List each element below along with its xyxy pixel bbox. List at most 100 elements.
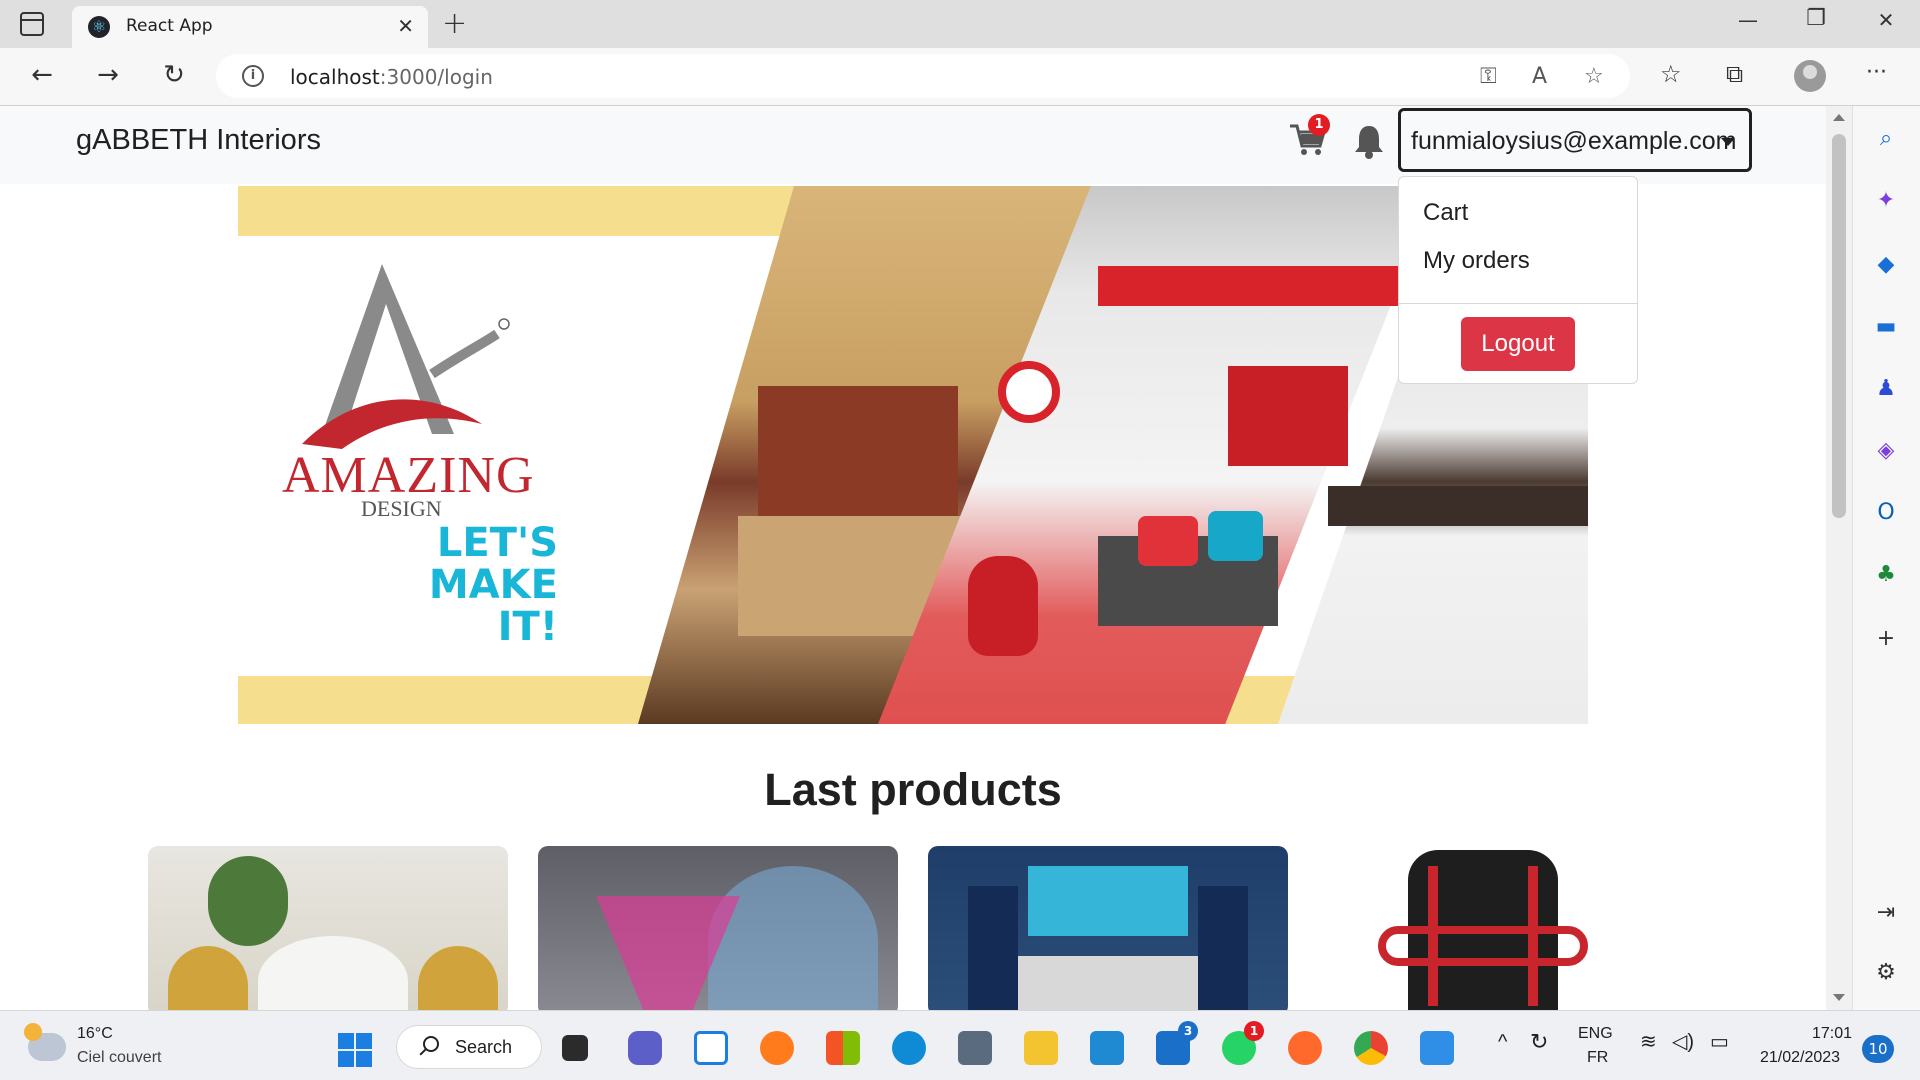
card-chair-image	[418, 946, 498, 1010]
restore-window-icon[interactable]: ❐	[1796, 6, 1836, 31]
battery-icon[interactable]: ▭	[1710, 1029, 1729, 1054]
read-aloud-icon[interactable]: A	[1532, 64, 1547, 89]
language-secondary[interactable]: FR	[1587, 1049, 1608, 1067]
page-scrollbar[interactable]	[1826, 106, 1852, 1010]
user-email: funmialoysius@example.com	[1411, 127, 1737, 155]
scroll-down-icon[interactable]	[1833, 994, 1845, 1001]
sync-icon[interactable]: ↻	[1530, 1029, 1548, 1055]
dropdown-item-my-orders[interactable]: My orders	[1423, 247, 1530, 275]
hero-slogan-line: LET'S	[436, 520, 558, 566]
more-menu-icon[interactable]: ···	[1866, 60, 1887, 85]
card-chair-image	[168, 946, 248, 1010]
url-host: localhost	[290, 65, 380, 89]
card-table-image	[1018, 956, 1198, 1010]
volume-icon[interactable]: ◁)	[1672, 1029, 1694, 1054]
key-icon[interactable]: ⚿	[1480, 64, 1497, 89]
tab-actions-icon[interactable]	[20, 12, 44, 36]
teams-chat-icon[interactable]	[628, 1031, 662, 1065]
hero-red-band	[1098, 266, 1398, 306]
back-arrow-icon[interactable]: ←	[24, 60, 60, 90]
favorites-icon[interactable]: ☆	[1660, 60, 1682, 88]
bell-icon[interactable]	[1350, 122, 1388, 160]
windows-start-icon[interactable]	[338, 1033, 372, 1067]
microsoft-store-icon[interactable]	[826, 1031, 860, 1065]
hero-red-vase	[968, 556, 1038, 656]
site-navbar: gABBETH Interiors 1 funmialoysius@exampl…	[0, 106, 1826, 184]
drop-tree-icon[interactable]: ♣	[1871, 560, 1901, 590]
hero-red-cushion	[1138, 516, 1198, 566]
dropdown-item-cart[interactable]: Cart	[1423, 199, 1468, 227]
card-vase-image	[1198, 886, 1248, 1010]
minimize-window-icon[interactable]: —	[1728, 8, 1768, 32]
amazing-design-logo-icon	[302, 264, 510, 449]
clock-time[interactable]: 17:01	[1812, 1025, 1852, 1043]
scrollbar-thumb[interactable]	[1832, 134, 1846, 518]
language-primary[interactable]: ENG	[1578, 1025, 1613, 1043]
card-vase-image	[968, 886, 1018, 1010]
hero-kitchen-counter	[1328, 486, 1588, 526]
outlook-icon[interactable]: O	[1871, 498, 1901, 528]
product-card-gaming-chair[interactable]	[1318, 846, 1678, 1010]
hero-slogan: LET'S MAKE IT!	[388, 522, 558, 648]
weather-condition[interactable]: Ciel couvert	[77, 1049, 161, 1067]
forward-arrow-icon[interactable]: →	[90, 60, 126, 90]
card-clear-table-image	[708, 866, 878, 1010]
games-icon[interactable]: ♟	[1871, 374, 1901, 404]
vscode-icon[interactable]	[1090, 1031, 1124, 1065]
logout-button[interactable]: Logout	[1461, 317, 1575, 371]
browser-tab-active[interactable]: ⚛ React App ✕	[72, 6, 428, 48]
site-info-icon[interactable]: i	[242, 65, 264, 87]
file-explorer-icon[interactable]	[1024, 1031, 1058, 1065]
wifi-icon[interactable]: ≋	[1640, 1029, 1657, 1054]
hero-slogan-line: MAKE	[428, 562, 558, 608]
notification-count-badge[interactable]: 10	[1862, 1035, 1894, 1063]
taskbar-search[interactable]: Search	[396, 1025, 542, 1069]
tools-icon[interactable]: ▬	[1871, 312, 1901, 342]
close-tab-icon[interactable]: ✕	[397, 14, 414, 38]
firefox-icon[interactable]	[760, 1031, 794, 1065]
product-card-dining-table[interactable]	[148, 846, 508, 1010]
scroll-up-icon[interactable]	[1833, 114, 1845, 121]
hero-banner-image: AMAZING DESIGN LET'S MAKE IT!	[238, 186, 1588, 724]
url-path: :3000/login	[379, 65, 493, 89]
hide-sidebar-icon[interactable]: ⇥	[1871, 898, 1901, 928]
refresh-icon[interactable]: ↻	[156, 60, 192, 90]
user-dropdown-toggle[interactable]: funmialoysius@example.com	[1398, 108, 1752, 172]
dashlane-icon[interactable]	[694, 1031, 728, 1065]
clock-date[interactable]: 21/02/2023	[1760, 1049, 1840, 1067]
edge-browser-icon[interactable]	[892, 1031, 926, 1065]
close-window-icon[interactable]: ✕	[1866, 8, 1906, 32]
task-view-icon[interactable]	[562, 1035, 588, 1061]
new-tab-icon[interactable]: +	[442, 6, 467, 41]
tray-overflow-chevron-icon[interactable]: ^	[1498, 1031, 1507, 1054]
web-page: gABBETH Interiors 1 funmialoysius@exampl…	[0, 106, 1826, 1010]
sidebar-settings-gear-icon[interactable]: ⚙	[1871, 958, 1901, 988]
edge-sidebar: ⌕ ✦ ◆ ▬ ♟ ◈ O ♣ + ⇥ ⚙	[1852, 106, 1920, 1010]
chrome-icon[interactable]	[1354, 1031, 1388, 1065]
caret-down-icon	[1721, 138, 1735, 146]
shopping-tag-icon[interactable]: ◆	[1871, 250, 1901, 280]
weather-temperature[interactable]: 16°C	[77, 1025, 113, 1043]
product-card-acrylic-tables[interactable]	[538, 846, 898, 1010]
url-text[interactable]: localhost:3000/login	[290, 65, 493, 89]
microsoft-365-icon[interactable]: ◈	[1871, 436, 1901, 466]
search-icon[interactable]: ⌕	[1871, 124, 1901, 154]
cart-count-badge: 1	[1308, 114, 1330, 136]
product-card-lounge[interactable]	[928, 846, 1288, 1010]
copilot-icon[interactable]: ✦	[1871, 186, 1901, 216]
card-chair-armrest	[1378, 926, 1588, 966]
whatsapp-badge: 1	[1244, 1021, 1264, 1041]
profile-avatar[interactable]	[1794, 60, 1826, 92]
postman-icon[interactable]	[1288, 1031, 1322, 1065]
collections-icon[interactable]: ⧉	[1726, 60, 1743, 88]
dropdown-divider	[1399, 303, 1637, 304]
react-favicon-icon: ⚛	[88, 16, 110, 38]
site-brand[interactable]: gABBETH Interiors	[76, 124, 321, 157]
hero-clock	[998, 361, 1060, 423]
add-favorite-icon[interactable]: ☆	[1584, 64, 1604, 89]
address-bar[interactable]: i localhost:3000/login ⚿ A ☆	[216, 54, 1630, 98]
tab-title: React App	[126, 16, 213, 36]
add-sidebar-app-icon[interactable]: +	[1871, 624, 1901, 654]
camera-icon[interactable]	[958, 1031, 992, 1065]
photos-icon[interactable]	[1420, 1031, 1454, 1065]
